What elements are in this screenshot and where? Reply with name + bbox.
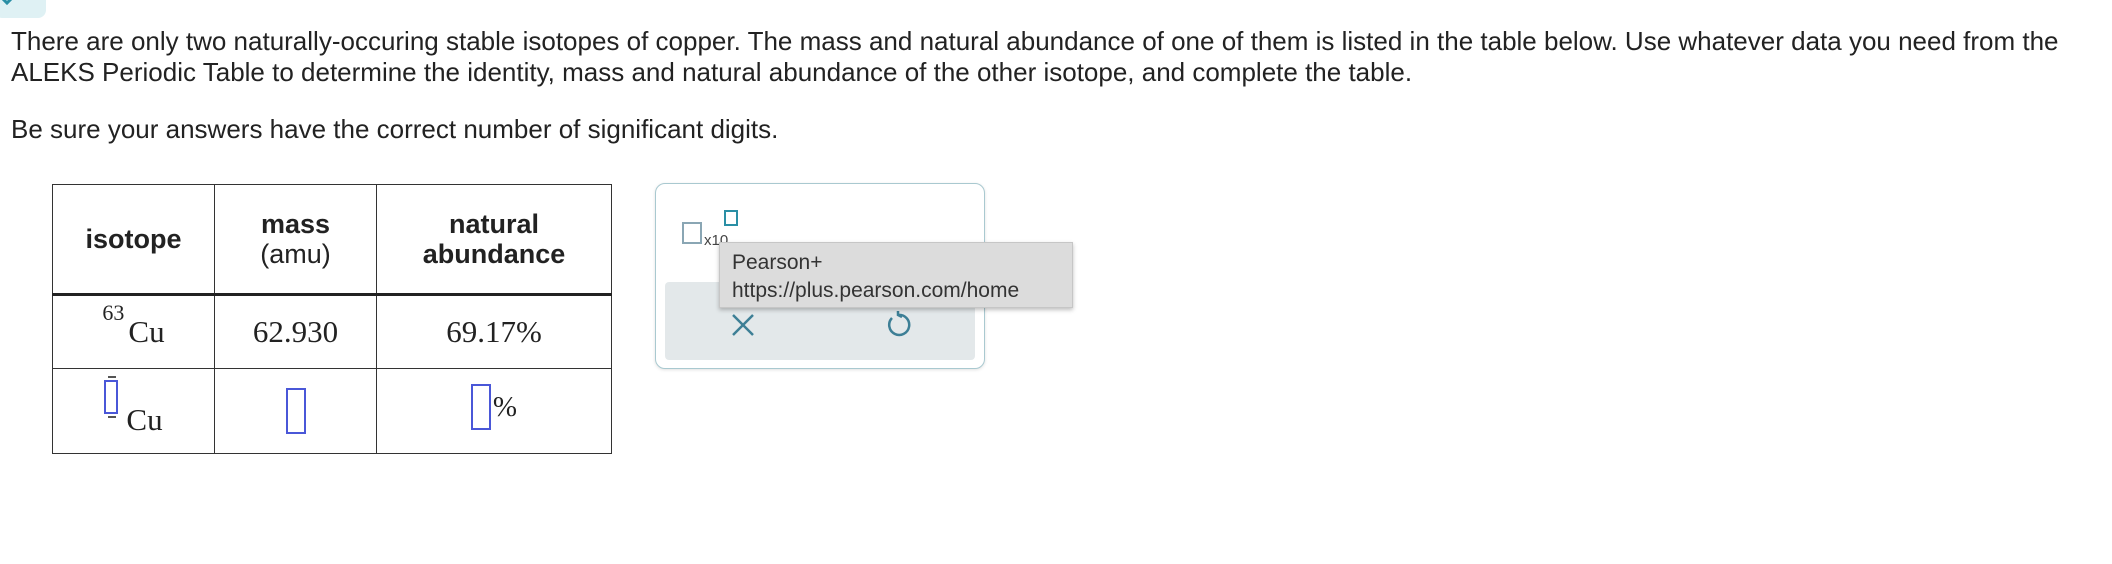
- mass-number: 63: [102, 300, 125, 325]
- question-prompt: There are only two naturally-occuring st…: [11, 26, 2059, 87]
- mass-header: mass (amu): [214, 184, 377, 296]
- mass-cell: 62.930: [214, 294, 377, 369]
- mass-header-label: mass: [260, 209, 331, 239]
- significant-digits-note: Be sure your answers have the correct nu…: [11, 114, 779, 144]
- abundance-input[interactable]: [470, 384, 491, 430]
- table-row: Cu %: [52, 368, 612, 454]
- chevron-down-icon: [1, 0, 13, 6]
- abundance-header: natural abundance: [376, 184, 612, 296]
- table-row: 63 Cu 62.930 69.17%: [52, 294, 612, 369]
- isotope-cell: 63 Cu: [52, 294, 215, 369]
- element-symbol: Cu: [128, 314, 165, 349]
- isotope-table: isotope mass (amu) natural abundance 63 …: [52, 184, 612, 454]
- link-tooltip: Pearson+ https://plus.pearson.com/home: [719, 242, 1073, 308]
- undo-icon[interactable]: [883, 310, 913, 340]
- element-symbol: Cu: [126, 402, 163, 437]
- aleks-question-page: There are only two naturally-occuring st…: [0, 0, 2112, 564]
- tooltip-url: https://plus.pearson.com/home: [732, 279, 1020, 302]
- mass-number-input[interactable]: [104, 376, 119, 418]
- abundance-header-line1: natural: [448, 209, 540, 239]
- isotope-header: isotope: [52, 184, 215, 296]
- tooltip-title: Pearson+: [732, 251, 823, 274]
- isotope-answer-cell: Cu: [52, 368, 215, 454]
- exponent-placeholder-icon: [724, 210, 738, 226]
- mass-header-unit: (amu): [260, 239, 331, 269]
- abundance-header-line2: abundance: [422, 239, 566, 269]
- mass-answer-cell: [214, 368, 377, 454]
- mass-input[interactable]: [285, 388, 306, 434]
- question-status-tab[interactable]: [0, 0, 46, 18]
- isotope-header-label: isotope: [85, 224, 182, 254]
- isotope-symbol: 63 Cu: [102, 300, 165, 350]
- abundance-input-group: %: [470, 384, 518, 430]
- isotope-symbol: Cu: [104, 376, 163, 438]
- percent-sign: %: [492, 390, 518, 423]
- abundance-answer-cell: %: [376, 368, 612, 454]
- caret-top-icon: [108, 376, 117, 378]
- caret-bottom-icon: [108, 416, 117, 418]
- base-placeholder-icon: [682, 222, 702, 244]
- x-icon[interactable]: [730, 312, 756, 338]
- abundance-cell: 69.17%: [376, 294, 612, 369]
